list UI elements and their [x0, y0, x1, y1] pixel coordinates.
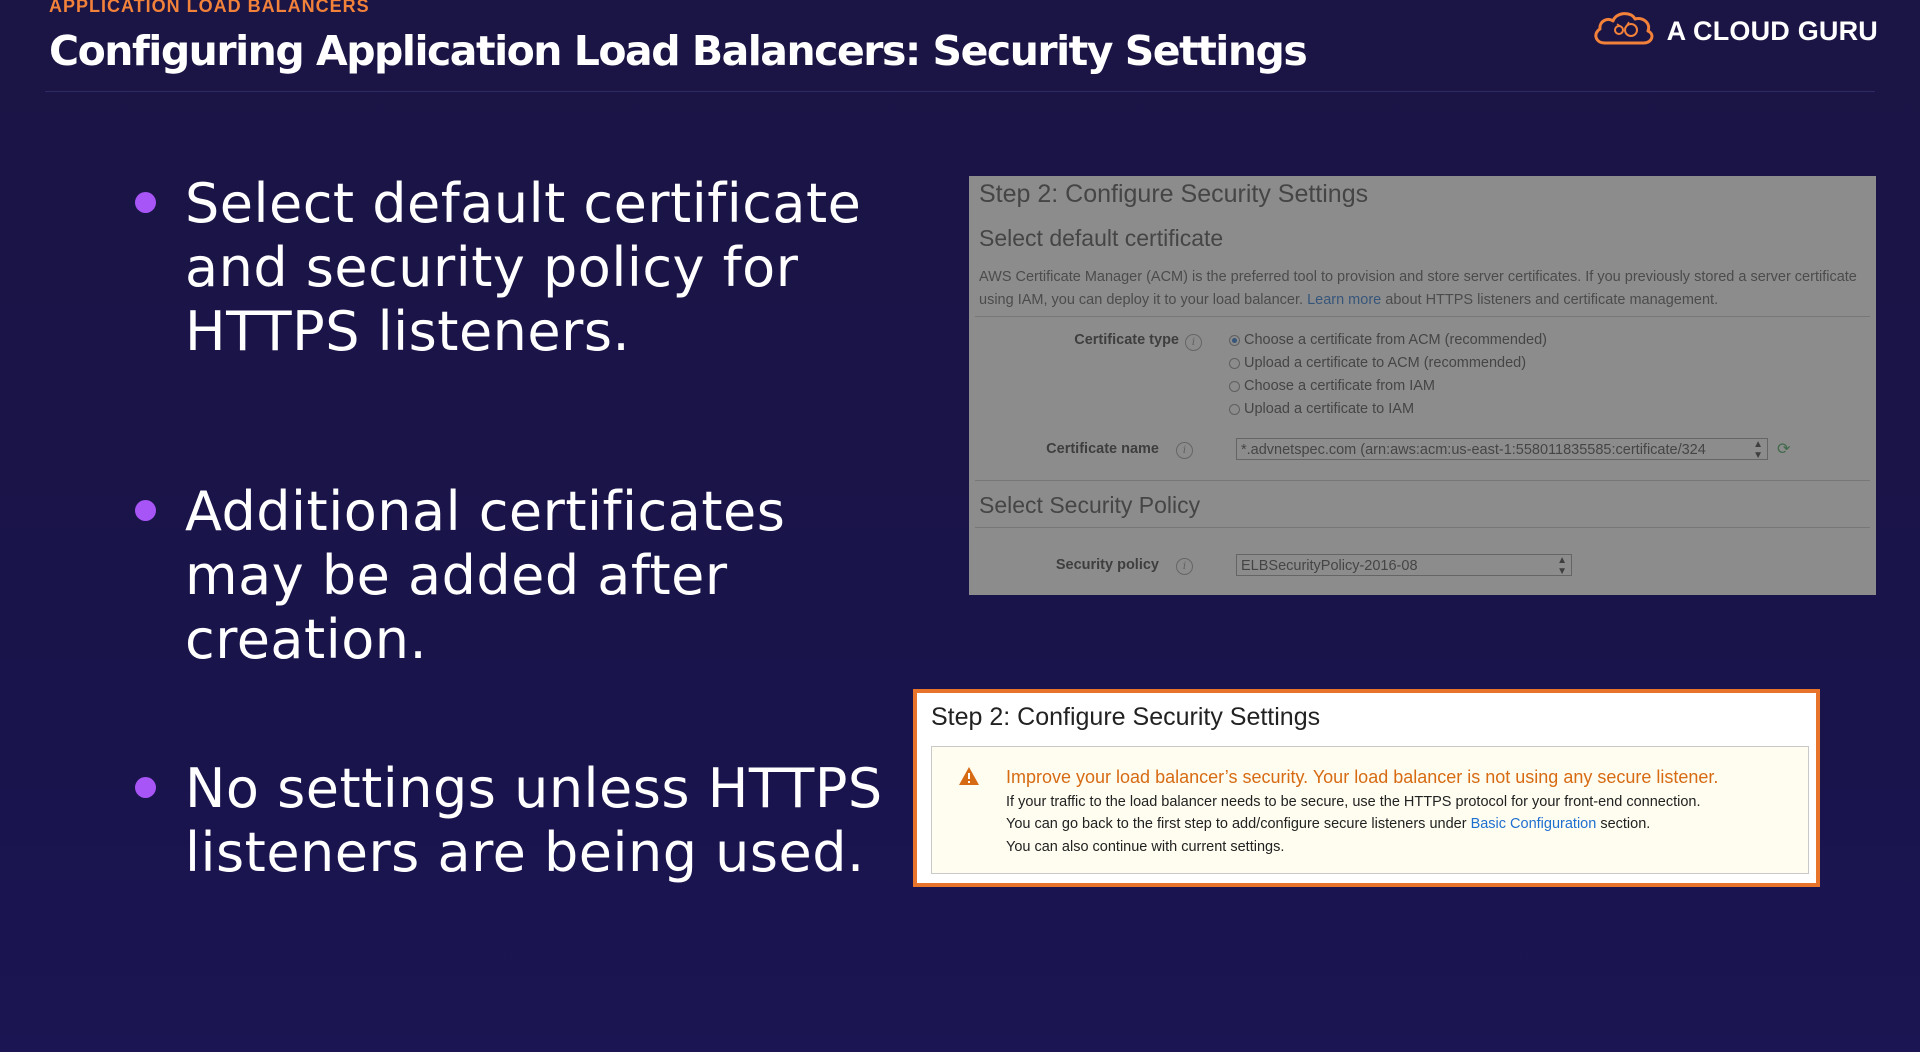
warning-headline: Improve your load balancer’s security. Y… — [1006, 767, 1719, 787]
certificate-description: AWS Certificate Manager (ACM) is the pre… — [979, 266, 1869, 312]
radio-button-selected[interactable] — [1229, 334, 1240, 346]
radio-label: Upload a certificate to ACM (recommended… — [1244, 355, 1527, 371]
certificate-type-option[interactable]: Upload a certificate to IAM — [1229, 401, 1414, 417]
step-title: Step 2: Configure Security Settings — [979, 180, 1369, 208]
select-value: ELBSecurityPolicy-2016-08 — [1241, 558, 1418, 574]
security-settings-screenshot: Step 2: Configure Security Settings Sele… — [969, 176, 1876, 595]
warning-line: You can also continue with current setti… — [1006, 839, 1285, 855]
warning-line: If your traffic to the load balancer nee… — [1006, 794, 1701, 810]
info-icon[interactable]: i — [1185, 334, 1202, 351]
header-divider — [45, 91, 1875, 92]
certificate-type-option[interactable]: Choose a certificate from ACM (recommend… — [1229, 332, 1547, 348]
divider — [975, 316, 1870, 317]
info-icon[interactable]: i — [1176, 442, 1193, 459]
divider — [975, 527, 1870, 528]
security-policy-section-heading: Select Security Policy — [979, 492, 1201, 518]
section-kicker: APPLICATION LOAD BALANCERS — [49, 0, 370, 16]
security-policy-label: Security policy — [1055, 557, 1159, 573]
brand-logo: A CLOUD GURU — [1591, 10, 1878, 52]
brand-name: A CLOUD GURU — [1666, 15, 1878, 46]
bullet-text: Select default certificate and security … — [185, 172, 862, 363]
warning-line: You can go back to the first step to add… — [1006, 816, 1650, 832]
certificate-type-option[interactable]: Upload a certificate to ACM (recommended… — [1229, 355, 1526, 371]
radio-button[interactable] — [1229, 380, 1240, 392]
description-text-end: about HTTPS listeners and certificate ma… — [1385, 292, 1719, 308]
radio-button[interactable] — [1229, 403, 1240, 415]
warning-icon — [958, 766, 980, 791]
radio-button[interactable] — [1229, 357, 1240, 369]
cloud-logo-icon — [1591, 9, 1655, 53]
step-title: Step 2: Configure Security Settings — [931, 703, 1321, 731]
select-arrows-icon: ▲ ▼ — [1557, 555, 1567, 576]
warning-text: You can go back to the first step to add… — [1006, 816, 1467, 832]
bullet-dot — [135, 777, 156, 798]
learn-more-link[interactable]: Learn more — [1307, 292, 1381, 308]
certificate-section-heading: Select default certificate — [979, 225, 1224, 251]
warning-alert: Improve your load balancer’s security. Y… — [931, 746, 1809, 874]
certificate-type-label: Certificate type — [1074, 332, 1179, 348]
basic-configuration-link[interactable]: Basic Configuration — [1471, 816, 1597, 832]
refresh-icon[interactable]: ⟳ — [1777, 439, 1790, 459]
select-value: *.advnetspec.com (arn:aws:acm:us-east-1:… — [1241, 442, 1706, 458]
info-icon[interactable]: i — [1176, 558, 1193, 575]
certificate-type-option[interactable]: Choose a certificate from IAM — [1229, 378, 1435, 394]
warning-text: section. — [1600, 816, 1651, 832]
radio-label: Choose a certificate from ACM (recommend… — [1244, 332, 1547, 348]
bullet-text: Additional certificates may be added aft… — [185, 480, 786, 671]
certificate-name-label: Certificate name — [1046, 441, 1159, 457]
divider — [975, 480, 1870, 481]
select-arrows-icon: ▲ ▼ — [1753, 439, 1763, 460]
security-warning-screenshot: Step 2: Configure Security Settings Impr… — [913, 689, 1820, 887]
slide-title: Configuring Application Load Balancers: … — [49, 27, 1308, 75]
security-policy-select[interactable]: ELBSecurityPolicy-2016-08 ▲ ▼ — [1236, 554, 1572, 576]
bullet-text: No settings unless HTTPS listeners are b… — [185, 757, 883, 884]
radio-label: Upload a certificate to IAM — [1244, 401, 1415, 417]
bullet-dot — [135, 192, 156, 213]
certificate-name-select[interactable]: *.advnetspec.com (arn:aws:acm:us-east-1:… — [1236, 438, 1768, 460]
radio-label: Choose a certificate from IAM — [1244, 378, 1435, 394]
bullet-dot — [135, 500, 156, 521]
